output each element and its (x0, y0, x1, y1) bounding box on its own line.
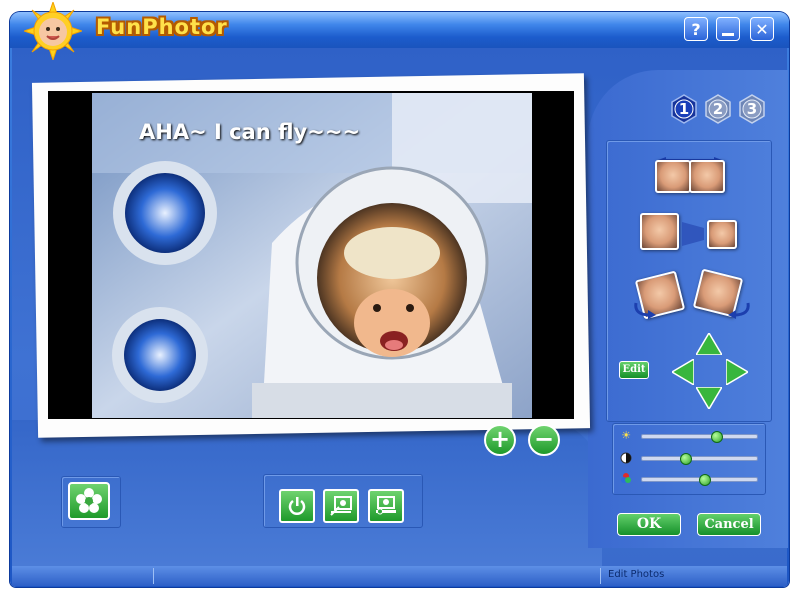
minimize-icon (722, 33, 734, 36)
cancel-button[interactable]: Cancel (697, 513, 761, 536)
flip-horizontal-button[interactable] (655, 160, 691, 193)
help-button[interactable]: ? (684, 17, 708, 41)
rotate-right-arrow-icon (728, 301, 752, 319)
brightness-slider[interactable] (641, 434, 758, 439)
move-down-button[interactable] (694, 386, 724, 411)
flower-settings-icon (76, 488, 102, 513)
move-right-button[interactable] (725, 357, 750, 387)
minimize-button[interactable] (716, 17, 740, 41)
settings-button[interactable] (68, 482, 110, 520)
flip-horizontal-face-icon (689, 160, 725, 193)
brightness-slider-thumb[interactable] (710, 431, 723, 443)
step-1-label: 1 (678, 100, 690, 118)
status-bar (12, 566, 787, 586)
photo-caption[interactable]: AHA~ I can fly~~~ (139, 120, 360, 144)
color-saturation-icon (620, 472, 632, 484)
shrink-photo-button[interactable] (640, 213, 679, 250)
app-title: FunPhotor (96, 15, 228, 39)
contrast-slider[interactable] (641, 456, 758, 461)
edit-button[interactable]: Edit (619, 361, 649, 379)
ok-button[interactable]: OK (617, 513, 681, 536)
move-left-button[interactable] (670, 357, 695, 387)
rotate-left-arrow-icon (632, 301, 656, 319)
close-button[interactable]: ✕ (750, 17, 774, 41)
status-divider (600, 568, 601, 584)
photo-edit-button[interactable] (323, 489, 359, 523)
contrast-slider-thumb[interactable] (679, 453, 692, 465)
status-divider (153, 568, 154, 584)
zoom-out-button[interactable]: − (528, 424, 560, 456)
status-text: Edit Photos (608, 569, 665, 580)
brightness-icon: ☀ (621, 429, 631, 442)
photo-frame-icon (330, 496, 352, 516)
photo-settings-button[interactable] (368, 489, 404, 523)
move-up-button[interactable] (694, 331, 724, 356)
step-2-label: 2 (712, 100, 724, 118)
shrink-arrow-icon (682, 222, 704, 246)
zoom-in-button[interactable]: + (484, 424, 516, 456)
contrast-icon (620, 452, 632, 464)
sun-baby-logo-icon (22, 0, 84, 62)
app-window: FunPhotor ? ✕ AHA~ I can fly~~~ + − 1 2 … (0, 0, 800, 600)
step-3-label: 3 (746, 100, 758, 118)
power-button[interactable] (279, 489, 315, 523)
power-icon (288, 497, 306, 515)
shrink-face-icon (707, 220, 737, 249)
flip-arrow-icon (658, 148, 722, 163)
photo-tools-icon (376, 496, 396, 515)
